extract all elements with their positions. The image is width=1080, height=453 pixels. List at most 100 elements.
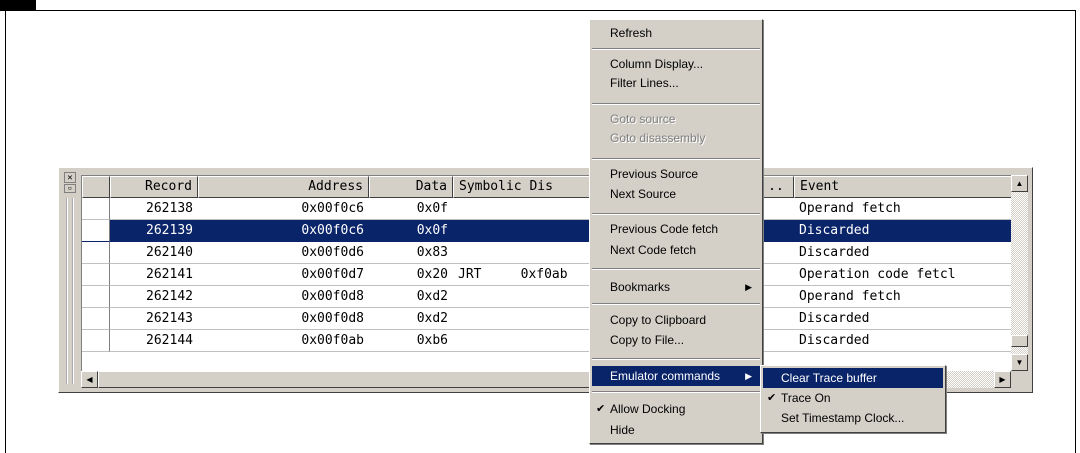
- record-cell: 262139: [110, 220, 198, 242]
- menu-item-previous-source[interactable]: Previous Source: [592, 166, 760, 183]
- menu-item-refresh[interactable]: Refresh: [592, 23, 760, 43]
- hidden-cell: [758, 220, 794, 242]
- table-row[interactable]: 262140 0x00f0d6 0x83 Discarded: [82, 242, 1011, 264]
- hidden-cell: [758, 308, 794, 330]
- event-cell: Operand fetch: [794, 286, 1011, 308]
- menu-separator: [592, 268, 760, 270]
- table-row[interactable]: 262144 0x00f0ab 0xb6 Discarded: [82, 330, 1011, 352]
- check-icon: ✔: [596, 403, 606, 415]
- menu-separator: [592, 358, 760, 360]
- header-data[interactable]: Data: [369, 176, 453, 198]
- menu-item-emulator-commands[interactable]: Emulator commands ▶: [592, 366, 760, 386]
- data-cell: 0xd2: [369, 308, 453, 330]
- menu-item-set-timestamp-clock[interactable]: Set Timestamp Clock...: [763, 408, 943, 428]
- address-cell: 0x00f0ab: [198, 330, 369, 352]
- hidden-cell: [758, 198, 794, 220]
- table-row[interactable]: 262141 0x00f0d7 0x20 JRT 0xf0ab Operatio…: [82, 264, 1011, 286]
- horizontal-scroll-thumb[interactable]: [98, 371, 618, 388]
- row-index-cell: [82, 308, 110, 330]
- vertical-scroll-thumb[interactable]: [1011, 335, 1028, 347]
- table-row[interactable]: 262143 0x00f0d8 0xd2 Discarded: [82, 308, 1011, 330]
- trace-on-label: Trace On: [781, 391, 831, 405]
- address-cell: 0x00f0d8: [198, 286, 369, 308]
- header-index[interactable]: [82, 176, 110, 198]
- menu-item-allow-docking[interactable]: ✔ Allow Docking: [592, 400, 760, 419]
- menu-separator: [592, 158, 760, 160]
- vertical-scrollbar[interactable]: ▲ ▼: [1011, 175, 1028, 371]
- row-index-cell: [82, 286, 110, 308]
- menu-separator: [592, 103, 760, 105]
- scroll-right-icon[interactable]: ▶: [994, 371, 1011, 388]
- menu-item-next-source[interactable]: Next Source: [592, 186, 760, 203]
- restore-icon[interactable]: ▫: [64, 184, 76, 193]
- context-menu: Refresh Column Display... Filter Lines..…: [589, 19, 763, 444]
- dock-grip[interactable]: [66, 198, 74, 384]
- menu-item-bookmarks[interactable]: Bookmarks ▶: [592, 277, 760, 297]
- record-cell: 262143: [110, 308, 198, 330]
- trace-window: ✕ ▫ Record Address Data Symbolic Dis .. …: [58, 167, 1033, 393]
- bookmarks-label: Bookmarks: [610, 280, 671, 294]
- row-index-cell: [82, 330, 110, 352]
- address-cell: 0x00f0c6: [198, 220, 369, 242]
- scroll-left-icon[interactable]: ◀: [81, 371, 98, 388]
- event-cell: Discarded: [794, 308, 1011, 330]
- check-icon: ✔: [767, 392, 777, 404]
- row-index-cell: [82, 198, 110, 220]
- emulator-submenu: Clear Trace buffer ✔ Trace On Set Timest…: [760, 365, 946, 433]
- menu-separator: [592, 391, 760, 393]
- event-cell: Operation code fetcl: [794, 264, 1011, 286]
- header-record[interactable]: Record: [110, 176, 198, 198]
- event-cell: Operand fetch: [794, 198, 1011, 220]
- trace-grid: Record Address Data Symbolic Dis .. Even…: [81, 175, 1011, 371]
- hidden-cell: [758, 264, 794, 286]
- menu-item-hide[interactable]: Hide: [592, 421, 760, 440]
- menu-item-trace-on[interactable]: ✔ Trace On: [763, 388, 943, 408]
- data-cell: 0x20: [369, 264, 453, 286]
- data-cell: 0xd2: [369, 286, 453, 308]
- hidden-cell: [758, 286, 794, 308]
- menu-item-column-display[interactable]: Column Display...: [592, 56, 760, 73]
- record-cell: 262138: [110, 198, 198, 220]
- submenu-arrow-icon: ▶: [745, 371, 752, 381]
- data-cell: 0x0f: [369, 220, 453, 242]
- header-event[interactable]: Event: [794, 176, 1011, 198]
- header-hidden[interactable]: ..: [758, 176, 794, 198]
- menu-item-goto-source: Goto source: [610, 112, 676, 126]
- hidden-cell: [758, 330, 794, 352]
- hidden-cell: [758, 242, 794, 264]
- emulator-commands-label: Emulator commands: [610, 369, 721, 383]
- address-cell: 0x00f0d6: [198, 242, 369, 264]
- record-cell: 262141: [110, 264, 198, 286]
- event-cell: Discarded: [794, 242, 1011, 264]
- data-cell: 0xb6: [369, 330, 453, 352]
- dock-bar[interactable]: ✕ ▫: [61, 170, 79, 388]
- menu-separator: [592, 48, 760, 50]
- scroll-down-icon[interactable]: ▼: [1011, 354, 1028, 371]
- address-cell: 0x00f0d7: [198, 264, 369, 286]
- menu-separator: [592, 303, 760, 305]
- menu-item-goto-disassembly: Goto disassembly: [610, 131, 706, 145]
- menu-item-copy-to-clipboard[interactable]: Copy to Clipboard: [592, 312, 760, 329]
- row-index-cell: [82, 264, 110, 286]
- record-cell: 262144: [110, 330, 198, 352]
- menu-item-clear-trace-buffer[interactable]: Clear Trace buffer: [763, 368, 943, 388]
- close-icon[interactable]: ✕: [64, 172, 76, 183]
- menu-item-next-code-fetch[interactable]: Next Code fetch: [592, 242, 760, 259]
- scroll-up-icon[interactable]: ▲: [1011, 175, 1028, 192]
- event-cell: Discarded: [794, 330, 1011, 352]
- menu-item-filter-lines[interactable]: Filter Lines...: [592, 75, 760, 92]
- menu-item-copy-to-file[interactable]: Copy to File...: [592, 332, 760, 349]
- table-row[interactable]: 262138 0x00f0c6 0x0f Operand fetch: [82, 198, 1011, 220]
- address-cell: 0x00f0d8: [198, 308, 369, 330]
- allow-docking-label: Allow Docking: [610, 402, 686, 416]
- event-cell: Discarded: [794, 220, 1011, 242]
- table-row-selected[interactable]: 262139 0x00f0c6 0x0f Discarded: [82, 220, 1011, 242]
- menu-item-previous-code-fetch[interactable]: Previous Code fetch: [592, 221, 760, 238]
- header-row: Record Address Data Symbolic Dis .. Even…: [82, 176, 1011, 198]
- header-address[interactable]: Address: [198, 176, 369, 198]
- table-row[interactable]: 262142 0x00f0d8 0xd2 Operand fetch: [82, 286, 1011, 308]
- row-index-cell: [82, 242, 110, 264]
- data-cell: 0x0f: [369, 198, 453, 220]
- record-cell: 262140: [110, 242, 198, 264]
- menu-separator: [592, 213, 760, 215]
